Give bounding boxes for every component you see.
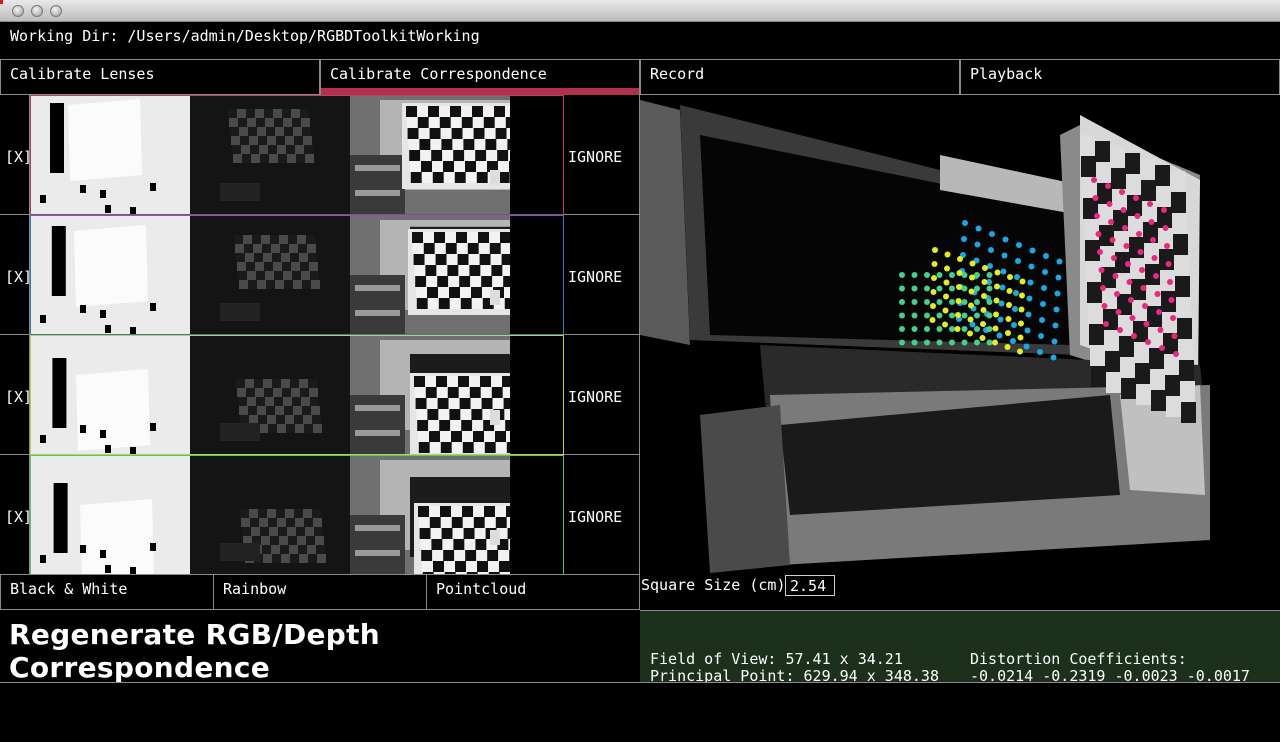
ir-image bbox=[190, 215, 350, 335]
divider bbox=[564, 334, 640, 335]
tab-playback[interactable]: Playback bbox=[960, 59, 1280, 95]
zoom-window-button[interactable] bbox=[50, 5, 62, 17]
calibration-stats-panel: Field of View: 57.41 x 34.21 Principal P… bbox=[640, 611, 1280, 682]
ignore-button[interactable]: IGNORE bbox=[568, 268, 622, 286]
principal-point: Principal Point: 629.94 x 348.38 bbox=[650, 667, 939, 683]
tab-label: Calibrate Lenses bbox=[10, 65, 155, 83]
distortion-values: -0.0214 -0.2319 -0.0023 -0.0017 bbox=[970, 667, 1250, 683]
include-toggle[interactable]: [X] bbox=[5, 508, 32, 526]
ir-image bbox=[190, 455, 350, 575]
rainbow-view-button[interactable]: Rainbow bbox=[213, 574, 427, 610]
tab-label: Record bbox=[650, 65, 705, 83]
tab-label: Playback bbox=[970, 65, 1043, 83]
divider bbox=[564, 214, 640, 215]
minimize-window-button[interactable] bbox=[31, 5, 43, 17]
button-label: Regenerate RGB/Depth Correspondence bbox=[9, 618, 381, 684]
tab-calibrate-correspondence[interactable]: Calibrate Correspondence bbox=[320, 59, 640, 95]
depth-image bbox=[30, 335, 190, 455]
include-toggle[interactable]: [X] bbox=[5, 268, 32, 286]
divider bbox=[0, 214, 30, 215]
button-label: Rainbow bbox=[223, 580, 287, 598]
ir-image bbox=[190, 335, 350, 455]
rgb-image bbox=[350, 335, 510, 455]
pointcloud-view-button[interactable]: Pointcloud bbox=[426, 574, 640, 610]
include-toggle[interactable]: [X] bbox=[5, 148, 32, 166]
pointcloud-viewport[interactable] bbox=[640, 95, 1280, 573]
field-of-view: Field of View: 57.41 x 34.21 bbox=[650, 650, 903, 668]
regenerate-correspondence-button[interactable]: Regenerate RGB/Depth Correspondence bbox=[0, 610, 640, 684]
button-label: Pointcloud bbox=[436, 580, 527, 598]
working-directory: Working Dir: /Users/admin/Desktop/RGBDTo… bbox=[10, 27, 480, 45]
include-toggle[interactable]: [X] bbox=[5, 388, 32, 406]
depth-image bbox=[30, 215, 190, 335]
window-accent-mark bbox=[0, 0, 3, 4]
rgb-image bbox=[350, 215, 510, 335]
ir-image bbox=[190, 95, 350, 215]
divider bbox=[0, 682, 1280, 683]
divider bbox=[0, 334, 30, 335]
ignore-button[interactable]: IGNORE bbox=[568, 148, 622, 166]
black-white-view-button[interactable]: Black & White bbox=[0, 574, 214, 610]
button-label: Black & White bbox=[10, 580, 128, 598]
tab-label: Calibrate Correspondence bbox=[330, 65, 547, 83]
ignore-button[interactable]: IGNORE bbox=[568, 388, 622, 406]
depth-image bbox=[30, 455, 190, 575]
depth-image bbox=[30, 95, 190, 215]
close-window-button[interactable] bbox=[12, 5, 24, 17]
tab-record[interactable]: Record bbox=[640, 59, 960, 95]
pointcloud-render[interactable] bbox=[640, 95, 1280, 573]
window-titlebar bbox=[0, 0, 1280, 22]
ignore-button[interactable]: IGNORE bbox=[568, 508, 622, 526]
rgb-image bbox=[350, 95, 510, 215]
square-size-input[interactable] bbox=[785, 575, 835, 596]
distortion-label: Distortion Coefficients: bbox=[970, 650, 1187, 668]
tab-calibrate-lenses[interactable]: Calibrate Lenses bbox=[0, 59, 320, 95]
divider bbox=[564, 454, 640, 455]
rgb-image bbox=[350, 455, 510, 575]
square-size-label: Square Size (cm) bbox=[641, 576, 786, 594]
divider bbox=[0, 454, 30, 455]
